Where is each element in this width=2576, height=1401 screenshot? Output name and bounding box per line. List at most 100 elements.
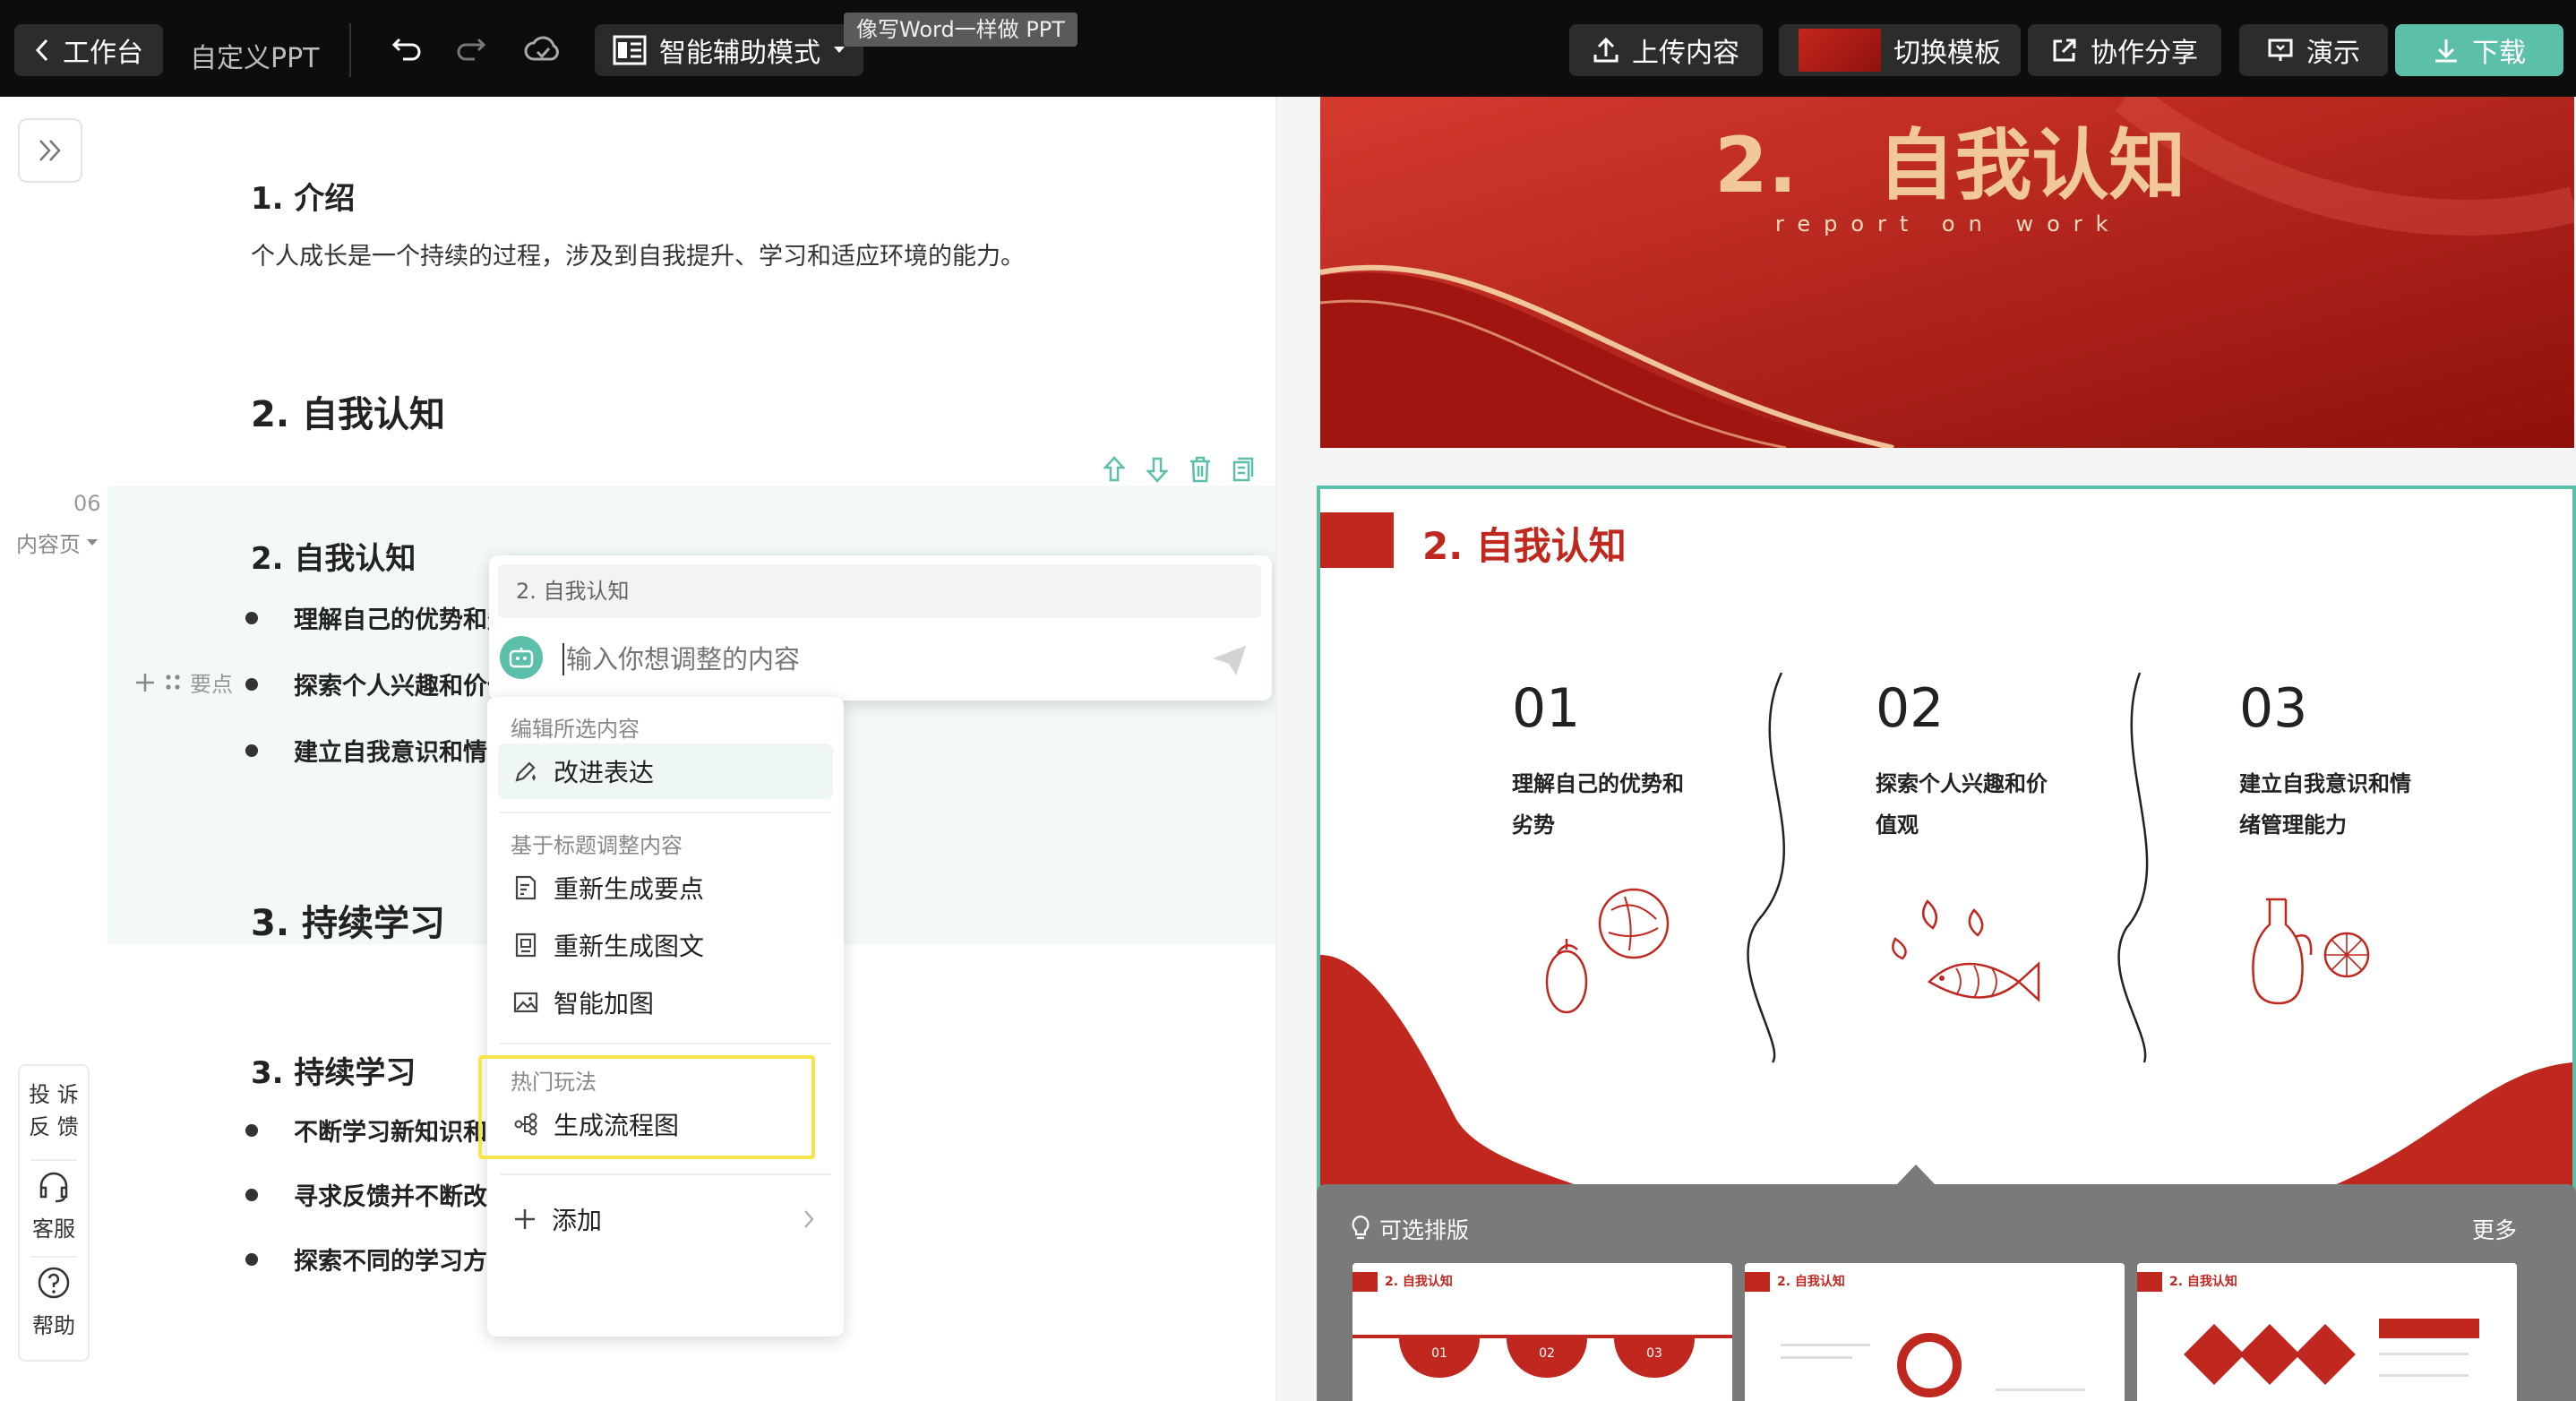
send-icon[interactable] [1213, 645, 1247, 675]
improve-expression-item[interactable]: 改进表达 [498, 743, 833, 799]
menu-section-label: 基于标题调整内容 [511, 833, 683, 858]
outline-editor: 1. 介绍 个人成长是一个持续的过程，涉及到自我提升、学习和适应环境的能力。 2… [0, 97, 1277, 1401]
thumb-title: 2. 自我认知 [2169, 1275, 2237, 1289]
floating-tools: 投 诉 反 馈 客服 帮助 [18, 1064, 90, 1362]
slide-item-text: 建立自我意识和情 绪管理能力 [2239, 763, 2411, 846]
toolbar-divider [349, 23, 351, 77]
thumb-line [1996, 1388, 2085, 1391]
plus-icon[interactable] [134, 672, 156, 693]
regenerate-image-text-item[interactable]: 重新生成图文 [498, 917, 833, 973]
customer-service-button[interactable]: 客服 [20, 1168, 88, 1242]
upload-button[interactable]: 上传内容 [1569, 24, 1763, 76]
slide-preview-current[interactable]: 2. 自我认知 01 理解自己的优势和 劣势 02 探索个人兴趣和价 值观 03… [1317, 486, 2576, 1193]
slide-item-number: 01 [1512, 677, 1581, 740]
delete-icon[interactable] [1188, 455, 1213, 484]
fish-illustration-icon [1892, 899, 2040, 1002]
bullet-dot [245, 1189, 258, 1201]
feedback-button[interactable]: 投 诉 反 馈 [20, 1079, 88, 1143]
generate-flowchart-item[interactable]: 生成流程图 [498, 1096, 803, 1152]
slide-item-text-line: 建立自我意识和情 [2239, 771, 2411, 796]
upload-icon [1593, 37, 1619, 63]
bullet-dot [245, 1253, 258, 1266]
back-label: 工作台 [63, 38, 143, 69]
mode-label: 智能辅助模式 [659, 38, 820, 69]
page-type-dropdown[interactable]: 内容页 [16, 527, 99, 558]
section-3-title[interactable]: 3. 持续学习 [251, 894, 445, 946]
chevron-right-icon [804, 1210, 814, 1228]
doc-title[interactable]: 自定义PPT [190, 36, 320, 75]
add-item[interactable]: 添加 [498, 1191, 833, 1247]
thumb-number: 02 [1539, 1346, 1555, 1361]
thumb-line [1781, 1356, 1852, 1359]
drag-handle-icon[interactable] [163, 673, 183, 692]
section-2-title[interactable]: 2. 自我认知 [251, 385, 445, 437]
upload-label: 上传内容 [1632, 38, 1739, 69]
thumb-line [1781, 1344, 1870, 1346]
thumb-number: 01 [1431, 1346, 1447, 1361]
back-to-workspace-button[interactable]: 工作台 [14, 24, 163, 76]
section-1-text[interactable]: 个人成长是一个持续的过程，涉及到自我提升、学习和适应环境的能力。 [251, 236, 1025, 271]
thumb-line [2379, 1353, 2469, 1355]
cloud-sync-icon[interactable] [523, 34, 562, 63]
image-icon [513, 992, 538, 1013]
menu-item-label: 重新生成要点 [554, 874, 705, 904]
menu-divider [500, 1043, 831, 1044]
image-text-icon [515, 933, 537, 958]
layout-thumbnail[interactable]: 2. 自我认知 01 02 03 [1352, 1263, 1732, 1401]
slide-item-number: 03 [2239, 677, 2308, 740]
share-label: 协作分享 [2091, 38, 2198, 69]
smart-add-image-item[interactable]: 智能加图 [498, 975, 833, 1030]
mode-dropdown[interactable]: 智能辅助模式 [595, 24, 863, 76]
share-button[interactable]: 协作分享 [2028, 24, 2221, 76]
thumb-diamond [2295, 1324, 2356, 1385]
help-icon [38, 1267, 70, 1299]
page-number: 06 [73, 491, 101, 516]
copy-icon[interactable] [1231, 455, 1256, 484]
section-1-title[interactable]: 1. 介绍 [251, 174, 355, 218]
thumb-title-bar [1745, 1272, 1770, 1292]
caret-down-icon [87, 538, 98, 546]
undo-icon[interactable] [391, 34, 423, 63]
present-button[interactable]: 演示 [2239, 24, 2388, 76]
share-icon [2053, 39, 2076, 62]
slide-preview-previous[interactable]: 2. 自我认知 report on work [1320, 97, 2574, 448]
context-chip: 2. 自我认知 [498, 564, 1261, 618]
download-button[interactable]: 下载 [2395, 24, 2563, 76]
switch-template-button[interactable]: 切换模板 [1779, 24, 2021, 76]
menu-section-label: 热门玩法 [511, 1070, 597, 1095]
layout-thumbnail[interactable]: 2. 自我认知 [2137, 1263, 2517, 1401]
thumb-title-bar [2137, 1272, 2162, 1292]
download-icon [2435, 39, 2457, 63]
layout-thumbnail[interactable]: 2. 自我认知 [1745, 1263, 2125, 1401]
thumb-title: 2. 自我认知 [1777, 1275, 1845, 1289]
template-thumbnail [1799, 29, 1881, 72]
headset-icon [39, 1172, 68, 1203]
help-button[interactable]: 帮助 [20, 1265, 88, 1339]
section-3-subtitle[interactable]: 3. 持续学习 [251, 1048, 416, 1092]
point-handle[interactable]: 要点 [134, 666, 233, 698]
expand-sidebar-button[interactable] [18, 118, 82, 183]
document-edit-icon [515, 875, 537, 900]
layout-more-link[interactable]: 更多 [2472, 1213, 2517, 1245]
thumb-circle [1897, 1333, 1962, 1397]
menu-item-label: 智能加图 [554, 989, 655, 1019]
thumb-badge: 01 [1399, 1338, 1480, 1378]
slide-item-text: 理解自己的优势和 劣势 [1512, 763, 1684, 846]
caret-down-icon [834, 47, 845, 53]
panel-pointer [1895, 1165, 1936, 1186]
regenerate-points-item[interactable]: 重新生成要点 [498, 860, 833, 915]
move-up-icon[interactable] [1102, 455, 1127, 484]
slide-item-text-line: 值观 [1876, 812, 1919, 838]
block-title[interactable]: 2. 自我认知 [251, 534, 416, 578]
present-label: 演示 [2306, 38, 2360, 69]
slide-item-text-line: 劣势 [1512, 812, 1555, 838]
ai-prompt-input[interactable] [566, 638, 1175, 681]
double-chevron-right-icon [39, 140, 61, 161]
bulb-icon [1352, 1215, 1370, 1240]
menu-item-label: 改进表达 [554, 758, 655, 787]
move-down-icon[interactable] [1145, 455, 1170, 484]
redo-icon[interactable] [455, 34, 487, 63]
thumb-bar [2379, 1319, 2479, 1338]
slide-item-text-line: 探索个人兴趣和价 [1876, 771, 2048, 796]
slide-item-text: 探索个人兴趣和价 值观 [1876, 763, 2048, 846]
